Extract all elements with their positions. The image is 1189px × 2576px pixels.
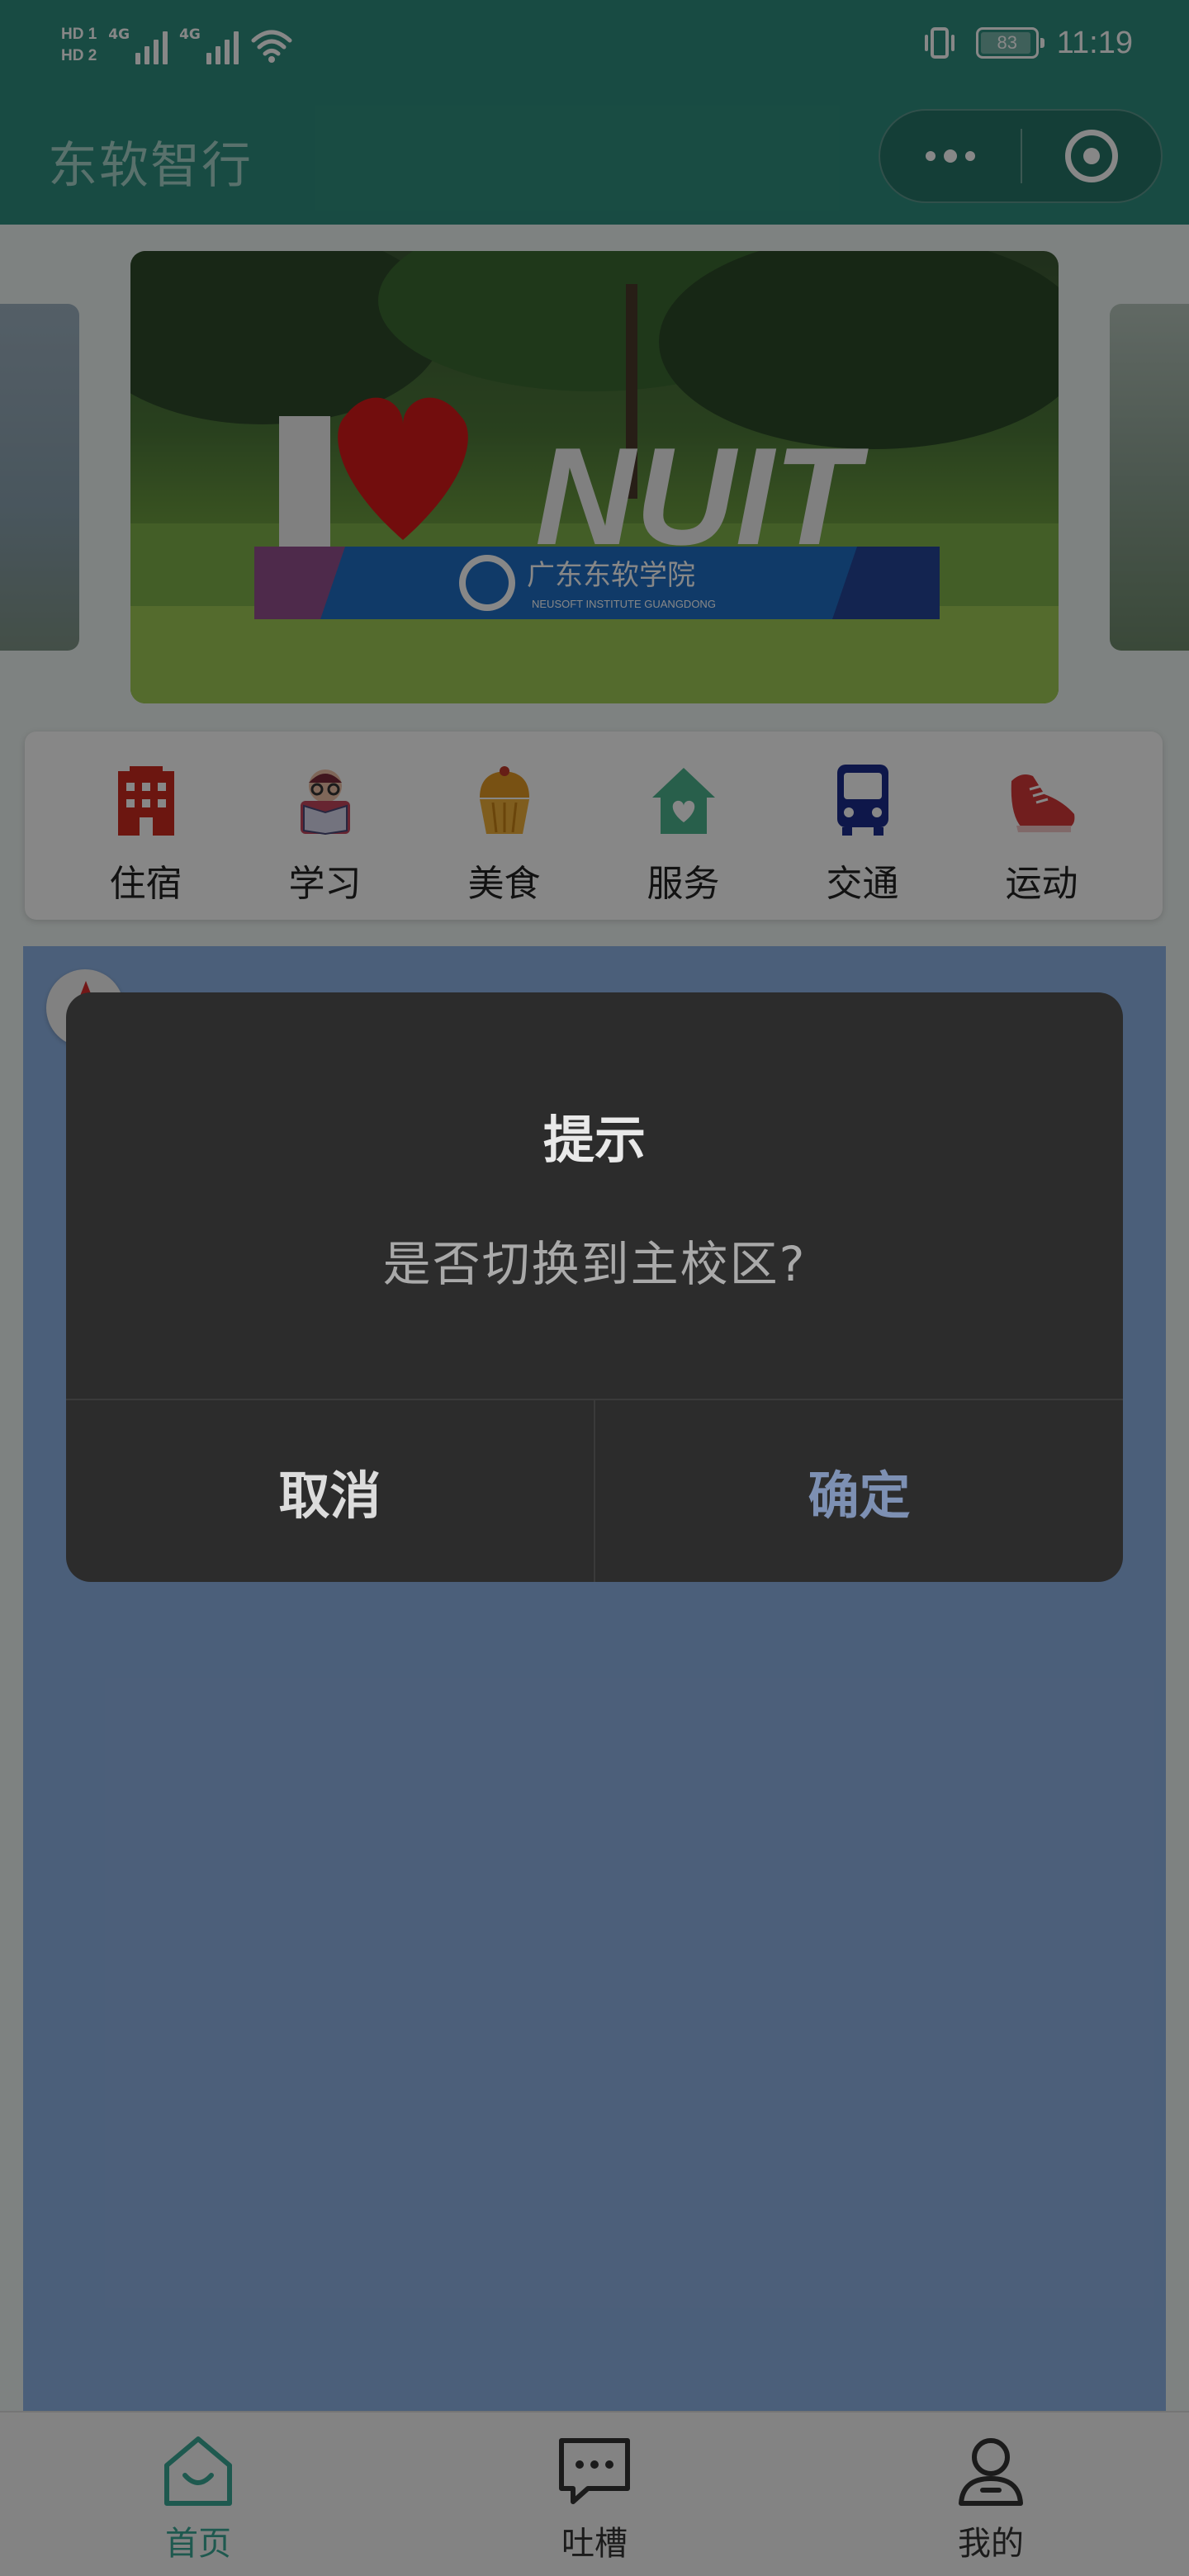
cancel-button[interactable]: 取消 <box>66 1400 595 1582</box>
dialog-message: 是否切换到主校区? <box>382 1236 807 1292</box>
confirm-dialog: 提示 是否切换到主校区? 取消 确定 <box>66 992 1123 1582</box>
dialog-title: 提示 <box>542 1110 646 1170</box>
dialog-buttons: 取消 确定 <box>66 1400 1123 1582</box>
confirm-button[interactable]: 确定 <box>595 1400 1123 1582</box>
